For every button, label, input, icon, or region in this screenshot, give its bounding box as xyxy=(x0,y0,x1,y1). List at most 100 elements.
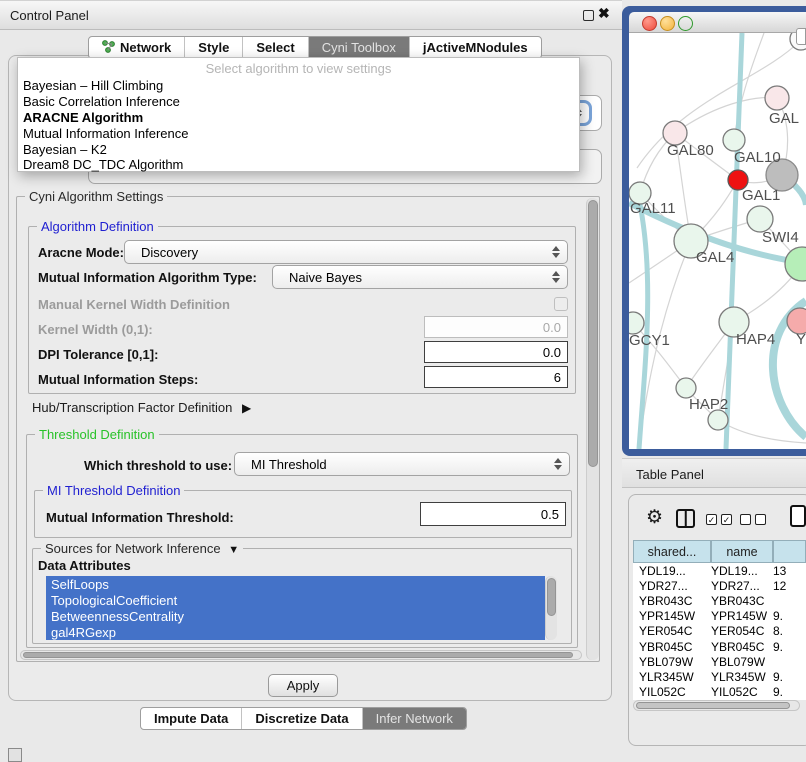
data-attributes-label: Data Attributes xyxy=(38,558,131,573)
algorithm-option[interactable]: Bayesian – Hill Climbing xyxy=(23,78,163,93)
algorithm-option-selected[interactable]: ARACNE Algorithm xyxy=(23,110,143,125)
algorithm-option[interactable]: Basic Correlation Inference xyxy=(23,94,180,109)
which-threshold-label: Which threshold to use: xyxy=(84,458,232,473)
aracne-mode-combo[interactable]: Discovery xyxy=(124,240,568,264)
float-panel-icon[interactable] xyxy=(583,10,594,21)
app-window: Control Panel ✖ Network Style Select Cyn… xyxy=(0,0,806,762)
cell-name: YLR345W xyxy=(711,670,773,684)
cell-name: YER054C xyxy=(711,624,773,638)
settings-scrollbar-thumb[interactable] xyxy=(588,200,598,467)
sources-group-title[interactable]: Sources for Network Inference ▼ xyxy=(41,541,243,556)
node-unlabeled[interactable] xyxy=(708,410,728,430)
settings-hscrollbar-thumb[interactable] xyxy=(23,652,573,658)
algorithm-option[interactable]: Bayesian – K2 xyxy=(23,142,107,157)
table-row[interactable]: YIL052CYIL052C9. xyxy=(633,685,806,700)
tab-select[interactable]: Select xyxy=(243,37,308,58)
tab-discretize-data-label: Discretize Data xyxy=(255,711,348,726)
node-gal[interactable] xyxy=(765,86,789,110)
node-label: SWI4 xyxy=(762,229,799,246)
node-label: GAL xyxy=(769,110,799,127)
settings-scrollbar-vertical[interactable] xyxy=(586,198,599,660)
node-hap2[interactable] xyxy=(676,378,696,398)
network-graph: GAL GAL80 GAL10 GAL1 SWI4 GAL11 GAL4 GCY… xyxy=(629,33,806,449)
table-row[interactable]: YBR043CYBR043C xyxy=(633,593,806,608)
cell-shared: YLR345W xyxy=(633,670,711,684)
kernel-width-field[interactable]: 0.0 xyxy=(424,316,568,338)
algorithm-option[interactable]: Dream8 DC_TDC Algorithm xyxy=(23,157,183,172)
table-scrollbar-horizontal[interactable] xyxy=(633,700,800,711)
table-row[interactable]: YDR27...YDR27...12 xyxy=(633,578,806,593)
hub-definition-toggle[interactable]: Hub/Transcription Factor Definition ▶ xyxy=(32,400,251,415)
cell-name: YBR043C xyxy=(711,594,773,608)
close-traffic-light-icon[interactable] xyxy=(642,16,657,31)
column-header-cutoff[interactable] xyxy=(773,540,806,563)
network-window-titlebar[interactable] xyxy=(629,12,806,33)
columns-icon[interactable] xyxy=(676,509,695,528)
attributes-scrollbar-thumb[interactable] xyxy=(547,578,556,616)
dpi-tolerance-field[interactable]: 0.0 xyxy=(424,341,568,363)
node-label: GAL80 xyxy=(667,142,714,159)
deselect-checkbox-icon[interactable] xyxy=(755,514,766,525)
tab-network[interactable]: Network xyxy=(89,37,185,58)
node-label: GAL11 xyxy=(630,200,676,217)
data-attributes-list[interactable]: SelfLoops TopologicalCoefficient Between… xyxy=(46,576,545,640)
cell-name: YDR27... xyxy=(711,579,773,593)
mi-algorithm-type-combo[interactable]: Naive Bayes xyxy=(272,265,568,289)
mi-threshold-field[interactable]: 0.5 xyxy=(420,502,566,526)
attribute-item-selected[interactable]: SelfLoops xyxy=(51,577,109,592)
tab-cyni-toolbox[interactable]: Cyni Toolbox xyxy=(309,37,410,58)
mi-algorithm-type-label: Mutual Information Algorithm Type: xyxy=(38,270,257,285)
cell-shared: YBR045C xyxy=(633,640,711,654)
algorithm-dropdown-popup: Select algorithm to view settings Bayesi… xyxy=(17,57,580,172)
table-row[interactable]: YBR045CYBR045C9. xyxy=(633,639,806,654)
tab-select-label: Select xyxy=(256,40,294,55)
cell-value: 8. xyxy=(773,624,806,638)
column-header-shared[interactable]: shared... xyxy=(633,540,711,563)
cell-name: YDL19... xyxy=(711,564,773,578)
table-row[interactable]: YDL19...YDL19...13 xyxy=(633,563,806,578)
mi-steps-label: Mutual Information Steps: xyxy=(38,372,198,387)
settings-scrollbar-horizontal[interactable] xyxy=(20,650,582,660)
node-label: HAP2 xyxy=(689,396,728,413)
which-threshold-combo[interactable]: MI Threshold xyxy=(234,452,570,476)
minimize-traffic-light-icon[interactable] xyxy=(660,16,675,31)
manual-kernel-width-checkbox[interactable] xyxy=(554,297,568,311)
select-all-checkbox-icon[interactable]: ✓ xyxy=(721,514,732,525)
select-all-checkbox-icon[interactable]: ✓ xyxy=(706,514,717,525)
algorithm-option[interactable]: Mutual Information Inference xyxy=(23,126,188,141)
mi-steps-field[interactable]: 6 xyxy=(424,366,568,388)
cutoff-widget xyxy=(796,28,806,45)
node-gcy1[interactable] xyxy=(629,312,644,334)
table-row[interactable]: YLR345WYLR345W9. xyxy=(633,669,806,684)
attribute-item-selected[interactable]: BetweennessCentrality xyxy=(51,609,184,624)
cell-shared: YER054C xyxy=(633,624,711,638)
tab-style[interactable]: Style xyxy=(185,37,243,58)
attribute-item-selected[interactable]: TopologicalCoefficient xyxy=(51,593,177,608)
close-icon[interactable]: ✖ xyxy=(598,5,610,22)
panel-dock-icon[interactable] xyxy=(8,748,22,762)
cell-value: 13 xyxy=(773,564,806,578)
tab-discretize-data[interactable]: Discretize Data xyxy=(242,708,362,729)
table-row[interactable]: YER054CYER054C8. xyxy=(633,624,806,639)
node-gal10[interactable] xyxy=(723,129,745,151)
attribute-item-selected[interactable]: gal4RGexp xyxy=(51,625,116,640)
tab-jactivemnodules[interactable]: jActiveMNodules xyxy=(410,37,541,58)
node-table[interactable]: shared... name YDL19...YDL19...13 YDR27.… xyxy=(633,540,806,700)
tab-impute-data[interactable]: Impute Data xyxy=(141,708,242,729)
tab-infer-network[interactable]: Infer Network xyxy=(363,708,466,729)
table-hscrollbar-thumb[interactable] xyxy=(636,702,790,709)
combo-spinner-icon xyxy=(552,246,560,258)
column-header-name[interactable]: name xyxy=(711,540,773,563)
apply-button[interactable]: Apply xyxy=(268,674,338,697)
document-icon[interactable] xyxy=(790,505,806,527)
table-row[interactable]: YPR145WYPR145W9. xyxy=(633,609,806,624)
deselect-checkbox-icon[interactable] xyxy=(740,514,751,525)
table-panel-titlebar: Table Panel xyxy=(622,458,806,488)
expand-arrow-icon: ▶ xyxy=(242,401,251,415)
gear-icon[interactable]: ⚙ xyxy=(646,508,663,527)
attributes-scrollbar-vertical[interactable] xyxy=(545,576,557,640)
zoom-traffic-light-icon[interactable] xyxy=(678,16,693,31)
node-swi4[interactable] xyxy=(785,247,806,281)
network-canvas[interactable]: GAL GAL80 GAL10 GAL1 SWI4 GAL11 GAL4 GCY… xyxy=(629,33,806,449)
table-row[interactable]: YBL079WYBL079W xyxy=(633,654,806,669)
